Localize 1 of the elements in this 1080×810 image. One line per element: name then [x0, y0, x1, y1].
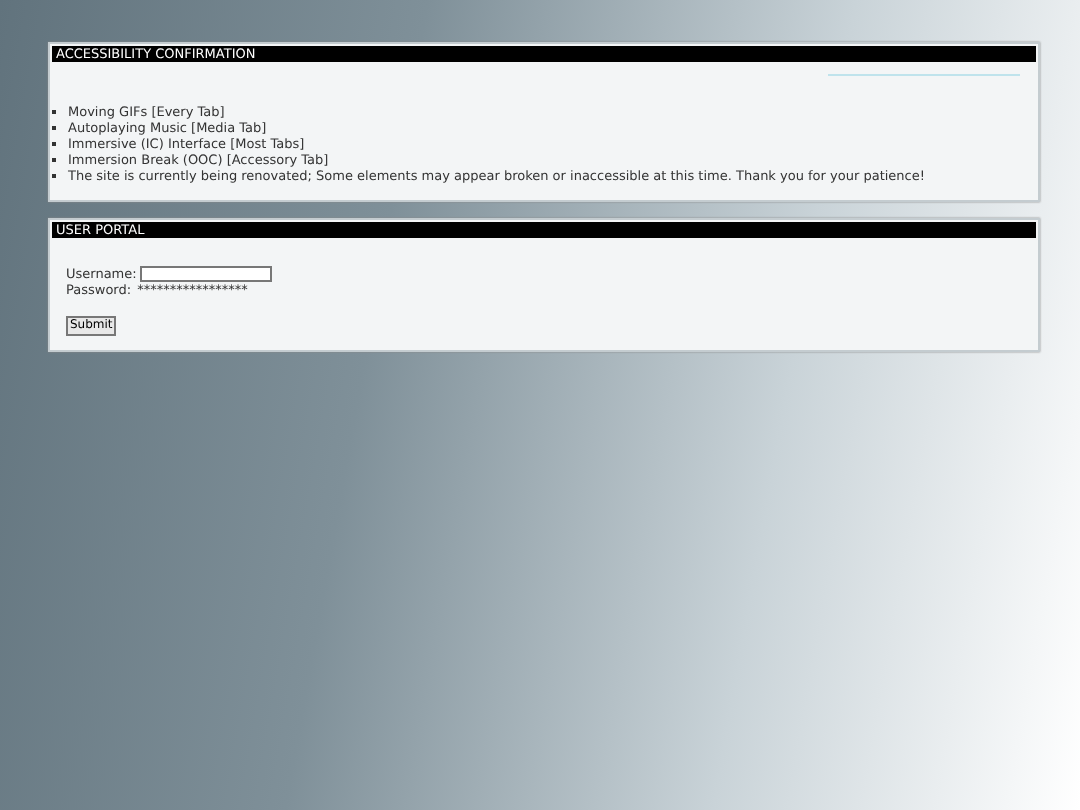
username-field[interactable]: [140, 266, 273, 282]
